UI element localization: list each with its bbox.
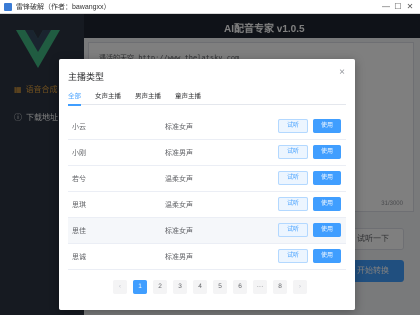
voice-type: 标准女声 [165,228,193,235]
use-button[interactable]: 使用 [313,223,341,237]
voice-type-dialog: 主播类型 × 全部 女声主播 男声主播 童声主播 小云 标准女声 试听 使用 小… [59,59,355,310]
page-8[interactable]: 8 [273,280,287,294]
list-item: 思佳 标准女声 试听 使用 [68,218,346,244]
tab-female[interactable]: 女声主播 [95,91,121,104]
voice-type: 标准女声 [165,124,193,131]
prev-page-button[interactable]: ‹ [113,280,127,294]
voice-name: 思佳 [72,228,86,235]
voice-list: 小云 标准女声 试听 使用 小刚 标准男声 试听 使用 若兮 温柔女声 试听 使… [68,114,346,270]
list-item: 若兮 温柔女声 试听 使用 [68,166,346,192]
page-6[interactable]: 6 [233,280,247,294]
window-titlebar: 雷锋破解（作者：bawangxx） — ☐ ✕ [0,0,420,14]
pagination: ‹ 1 2 3 4 5 6 ··· 8 › [113,280,313,294]
voice-name: 小刚 [72,150,86,157]
window-title: 雷锋破解（作者：bawangxx） [16,3,111,11]
list-item: 思诚 标准男声 试听 使用 [68,244,346,270]
list-item: 小刚 标准男声 试听 使用 [68,140,346,166]
listen-button[interactable]: 试听 [278,223,308,237]
listen-button[interactable]: 试听 [278,249,308,263]
app-icon [4,2,12,11]
listen-button[interactable]: 试听 [278,197,308,211]
next-page-button[interactable]: › [293,280,307,294]
page-1[interactable]: 1 [133,280,147,294]
page-2[interactable]: 2 [153,280,167,294]
page-ellipsis[interactable]: ··· [253,280,267,294]
listen-button[interactable]: 试听 [278,171,308,185]
voice-type: 温柔女声 [165,202,193,209]
voice-name: 小云 [72,124,86,131]
page-3[interactable]: 3 [173,280,187,294]
window-controls: — ☐ ✕ [380,1,416,12]
use-button[interactable]: 使用 [313,145,341,159]
voice-tabs: 全部 女声主播 男声主播 童声主播 [68,91,346,106]
tab-male[interactable]: 男声主播 [135,91,161,104]
page-4[interactable]: 4 [193,280,207,294]
voice-type: 标准男声 [165,254,193,261]
maximize-button[interactable]: ☐ [392,1,404,12]
list-item: 思琪 温柔女声 试听 使用 [68,192,346,218]
list-item: 小云 标准女声 试听 使用 [68,114,346,140]
listen-button[interactable]: 试听 [278,145,308,159]
page-5[interactable]: 5 [213,280,227,294]
listen-button[interactable]: 试听 [278,119,308,133]
tab-child[interactable]: 童声主播 [175,91,201,104]
minimize-button[interactable]: — [380,1,392,12]
use-button[interactable]: 使用 [313,119,341,133]
voice-name: 思诚 [72,254,86,261]
close-window-button[interactable]: ✕ [404,1,416,12]
voice-name: 思琪 [72,202,86,209]
use-button[interactable]: 使用 [313,171,341,185]
dialog-title: 主播类型 [68,72,105,82]
use-button[interactable]: 使用 [313,197,341,211]
use-button[interactable]: 使用 [313,249,341,263]
close-icon[interactable]: × [339,67,345,78]
voice-type: 标准男声 [165,150,193,157]
voice-type: 温柔女声 [165,176,193,183]
voice-name: 若兮 [72,176,86,183]
tab-all[interactable]: 全部 [68,91,81,106]
